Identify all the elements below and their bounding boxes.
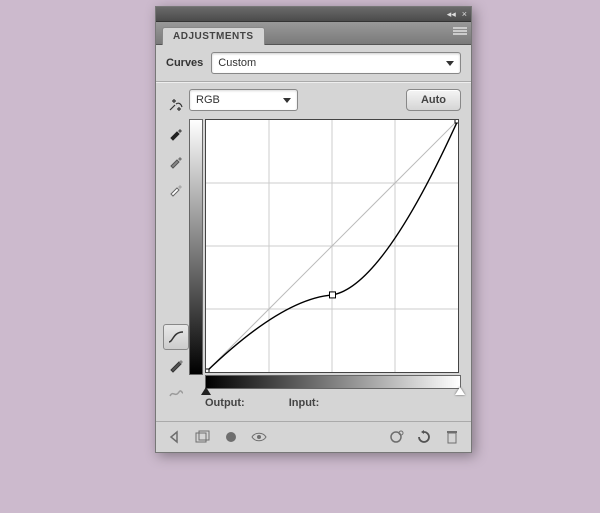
channel-value: RGB [196, 94, 220, 106]
input-gradient [205, 375, 461, 389]
output-gradient [189, 119, 203, 375]
black-point-slider[interactable] [201, 387, 211, 395]
main-area: RGB Auto [156, 89, 471, 421]
smooth-curve-button[interactable] [163, 380, 189, 406]
direct-adjust-tool[interactable] [163, 92, 189, 118]
curve-mode-button[interactable] [163, 324, 189, 350]
collapse-icon[interactable]: ◂◂ [447, 10, 456, 19]
readout-row: Output: Input: [189, 389, 461, 415]
panel-menu-icon[interactable] [453, 26, 467, 38]
tab-adjustments[interactable]: ADJUSTMENTS [162, 27, 265, 45]
back-icon[interactable] [166, 428, 184, 446]
chevron-down-icon [446, 61, 454, 66]
curve-editor[interactable] [189, 119, 461, 389]
panel-footer [156, 421, 471, 452]
close-icon[interactable]: × [462, 10, 467, 19]
pencil-mode-button[interactable] [163, 352, 189, 378]
adjustments-panel: ◂◂ × ADJUSTMENTS Curves Custom [155, 6, 472, 453]
output-label: Output: [205, 397, 245, 409]
panel-titlebar: ◂◂ × [156, 7, 471, 22]
chevron-down-icon [283, 98, 291, 103]
reset-icon[interactable] [415, 428, 433, 446]
output-readout: Output: [205, 397, 249, 409]
channel-dropdown[interactable]: RGB [189, 89, 298, 111]
trash-icon[interactable] [443, 428, 461, 446]
adjustment-type-label: Curves [166, 57, 203, 69]
input-label: Input: [289, 397, 320, 409]
clip-icon[interactable] [222, 428, 240, 446]
divider [156, 81, 471, 83]
visibility-icon[interactable] [250, 428, 268, 446]
right-column: RGB Auto [189, 89, 461, 415]
curve-canvas[interactable] [205, 119, 459, 373]
gray-point-eyedropper[interactable] [163, 148, 189, 174]
preset-dropdown[interactable]: Custom [211, 52, 461, 74]
tab-bar: ADJUSTMENTS [156, 22, 471, 45]
preset-value: Custom [218, 57, 256, 69]
previous-state-icon[interactable] [387, 428, 405, 446]
white-point-slider[interactable] [455, 387, 465, 395]
channel-row: RGB Auto [189, 89, 461, 111]
black-point-eyedropper[interactable] [163, 120, 189, 146]
new-adjustment-icon[interactable] [194, 428, 212, 446]
left-tool-column [162, 89, 189, 415]
auto-button[interactable]: Auto [406, 89, 461, 111]
white-point-eyedropper[interactable] [163, 176, 189, 202]
preset-row: Curves Custom [156, 45, 471, 81]
input-readout: Input: [289, 397, 324, 409]
